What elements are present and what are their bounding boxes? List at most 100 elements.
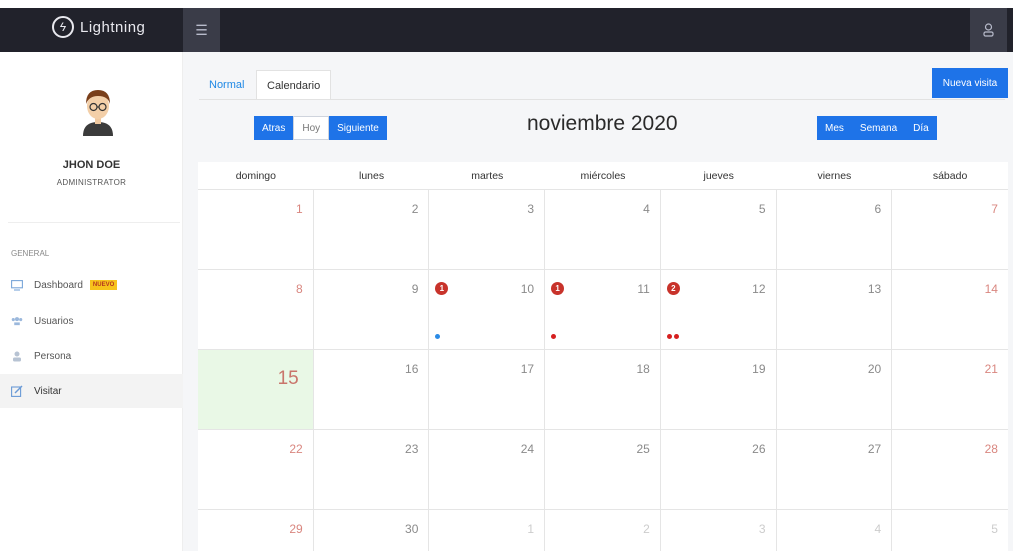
calendar-day[interactable]: 27 <box>777 430 893 509</box>
calendar-day[interactable]: 20 <box>777 350 893 429</box>
hamburger-icon[interactable]: ☰ <box>183 8 220 52</box>
calendar-day[interactable]: 24 <box>429 430 546 509</box>
event-dot[interactable] <box>666 334 672 339</box>
calendar-day[interactable]: 3 <box>429 190 546 269</box>
tab-calendario[interactable]: Calendario <box>256 70 332 100</box>
calendar-day[interactable]: 25 <box>545 430 661 509</box>
avatar <box>75 84 121 136</box>
day-number: 24 <box>520 442 535 456</box>
day-number: 5 <box>991 522 998 536</box>
calendar-day[interactable]: 4 <box>545 190 661 269</box>
calendar-day[interactable]: 22 <box>198 430 314 509</box>
sidebar-item-dashboard[interactable]: Dashboard NUEVO <box>0 268 183 302</box>
edit-icon <box>11 385 23 397</box>
calendar-day[interactable]: 23 <box>314 430 430 509</box>
day-number: 3 <box>758 522 766 536</box>
sidebar-item-visitar[interactable]: Visitar <box>0 374 183 408</box>
section-label: GENERAL <box>11 249 50 258</box>
weekday-header: domingo lunes martes miércoles jueves vi… <box>198 162 1008 190</box>
event-dot[interactable] <box>673 334 679 339</box>
event-count-badge[interactable]: 1 <box>435 282 449 295</box>
top-bar: ϟ Lightning ☰ <box>0 0 1013 52</box>
day-number: 1 <box>527 522 535 536</box>
calendar-day[interactable]: 2 <box>314 190 430 269</box>
day-number: 1 <box>296 202 303 216</box>
calendar-day[interactable]: 12 2 <box>661 270 777 349</box>
users-icon <box>11 315 23 327</box>
sidebar-item-label: Usuarios <box>34 315 74 327</box>
calendar-day[interactable]: 14 <box>892 270 1008 349</box>
calendar-day[interactable]: 21 <box>892 350 1008 429</box>
user-name: JHON DOE <box>62 159 121 171</box>
day-number: 3 <box>527 202 535 216</box>
brand[interactable]: ϟ Lightning <box>52 16 145 38</box>
calendar-day[interactable]: 4 <box>777 510 893 551</box>
sidebar-item-usuarios[interactable]: Usuarios <box>0 304 183 338</box>
calendar-day[interactable]: 13 <box>777 270 893 349</box>
calendar-day[interactable]: 10 1 <box>429 270 546 349</box>
day-number: 21 <box>984 362 998 376</box>
calendar-day[interactable]: 5 <box>892 510 1008 551</box>
calendar-day-today[interactable]: 15 <box>198 350 314 429</box>
event-dot[interactable] <box>435 334 441 339</box>
calendar-day[interactable]: 19 <box>661 350 777 429</box>
calendar-day[interactable]: 17 <box>429 350 546 429</box>
tab-normal[interactable]: Normal <box>199 70 254 100</box>
day-number: 23 <box>405 442 419 456</box>
calendar-day[interactable]: 28 <box>892 430 1008 509</box>
user-icon[interactable] <box>970 8 1007 52</box>
calendar-week-row: 15 16 17 18 19 20 21 <box>198 350 1008 430</box>
day-number: 19 <box>752 362 766 376</box>
sidebar-item-label: Persona <box>34 350 72 362</box>
week-view-button[interactable]: Semana <box>851 116 906 140</box>
weekday-label: martes <box>471 170 504 182</box>
calendar-day[interactable]: 30 <box>314 510 430 551</box>
sidebar-item-persona[interactable]: Persona <box>0 339 183 373</box>
weekday-label: jueves <box>703 170 734 182</box>
prev-button[interactable]: Atras <box>254 116 294 140</box>
sidebar-divider <box>8 222 180 223</box>
day-number: 15 <box>277 368 299 389</box>
event-dot[interactable] <box>551 334 557 339</box>
weekday-label: viernes <box>817 170 852 182</box>
calendar-week-row: 29 30 1 2 3 4 5 <box>198 510 1008 551</box>
calendar-day[interactable]: 3 <box>661 510 777 551</box>
calendar-day[interactable]: 1 <box>429 510 546 551</box>
calendar-day[interactable]: 7 <box>892 190 1008 269</box>
day-number: 12 <box>752 282 766 296</box>
day-number: 2 <box>643 522 650 536</box>
weekday-label: sábado <box>932 170 968 182</box>
event-dots <box>666 334 681 339</box>
today-button[interactable]: Hoy <box>293 116 330 140</box>
calendar-week-row: 8 9 10 1 11 1 12 2 13 14 <box>198 270 1008 350</box>
sidebar: JHON DOE ADMINISTRATOR GENERAL Dashboard… <box>0 52 183 551</box>
calendar-day[interactable]: 1 <box>198 190 314 269</box>
month-view-button[interactable]: Mes <box>817 116 852 140</box>
event-count-badge[interactable]: 1 <box>551 282 565 295</box>
day-number: 14 <box>984 282 998 296</box>
calendar-day[interactable]: 5 <box>661 190 777 269</box>
new-visit-button[interactable]: Nueva visita <box>932 68 1008 98</box>
next-button[interactable]: Siguiente <box>329 116 387 140</box>
day-number: 16 <box>405 362 419 376</box>
calendar-view-group: Mes Semana Día <box>817 116 937 140</box>
calendar-day[interactable]: 6 <box>777 190 893 269</box>
day-number: 4 <box>643 202 650 216</box>
calendar-day[interactable]: 2 <box>545 510 661 551</box>
day-number: 9 <box>411 282 419 296</box>
main-content: Normal Calendario Nueva visita Atras Hoy… <box>183 52 1013 551</box>
calendar-day[interactable]: 26 <box>661 430 777 509</box>
day-view-button[interactable]: Día <box>905 116 937 140</box>
person-icon <box>11 350 23 362</box>
calendar-day[interactable]: 8 <box>198 270 314 349</box>
calendar-day[interactable]: 9 <box>314 270 430 349</box>
day-number: 5 <box>758 202 766 216</box>
calendar-day[interactable]: 16 <box>314 350 430 429</box>
day-number: 18 <box>636 362 650 376</box>
day-number: 29 <box>289 522 303 536</box>
calendar-day[interactable]: 29 <box>198 510 314 551</box>
calendar-day[interactable]: 18 <box>545 350 661 429</box>
calendar-day[interactable]: 11 1 <box>545 270 661 349</box>
event-count-badge[interactable]: 2 <box>666 282 680 295</box>
day-number: 2 <box>411 202 419 216</box>
